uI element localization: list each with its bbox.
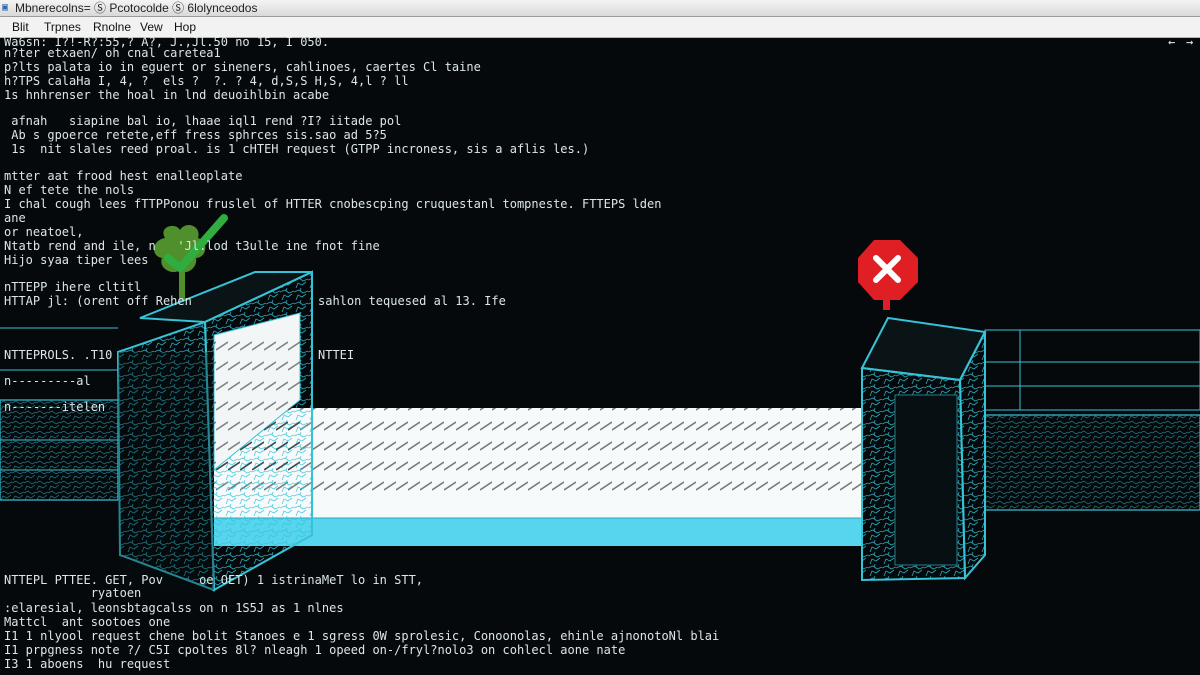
terminal-line: n?ter etxaen/ oh cnal caretea1 (4, 46, 221, 60)
terminal-line: or neatoel, (4, 225, 84, 239)
terminal-line: mtter aat frood hest enalleoplate (4, 169, 243, 183)
terminal-line: n-------itelen (4, 400, 106, 414)
terminal-window: ▣ Mbnerecolns= Ⓢ Pcotocolde Ⓢ 6lolynceod… (0, 0, 1200, 675)
terminal-line: Mattcl ant sootoes one (4, 615, 171, 629)
terminal-line: :elaresial, leonsbtagcalss on n 1S5J as … (4, 601, 344, 615)
terminal-line: sahlon tequesed al 13. Ife (318, 294, 506, 308)
right-gate (860, 316, 987, 582)
terminal-line: HTTAP jl: (orent off Rehen (4, 294, 192, 308)
terminal-line: afnah siapine bal io, lhaae iql1 rend ?I… (4, 114, 402, 128)
terminal-line: NTTEI (318, 348, 355, 362)
terminal-line: h?TPS calaHa I, 4, ? els ? ?. ? 4, d,S,S… (4, 74, 409, 88)
terminal-line: I1 prpgness note ?/ C5I cpoltes 8l? nlea… (4, 643, 626, 657)
terminal-line: Ab s gpoerce retete,eff fress sphrces si… (4, 128, 387, 142)
terminal-line: ane (4, 211, 26, 225)
terminal-line: Ntatb rend and ile, n 'Jl.lod t3ulle ine… (4, 239, 380, 253)
terminal-line: p?lts palata io in eguert or sineners, c… (4, 60, 481, 74)
terminal-line: 1s hnhrenser the hoal in lnd deuoihlbin … (4, 88, 330, 102)
terminal-line: NTTEPL PTTEE. GET, Pov oe OET) 1 istrina… (4, 573, 424, 587)
terminal-line: I1 1 nlyool request chene bolit Stanoes … (4, 629, 720, 643)
terminal-line: I chal cough lees fTTPPonou fruslel of H… (4, 197, 662, 211)
terminal-line: n---------al (4, 374, 91, 388)
terminal-line: Hijo syaa tiper lees (4, 253, 149, 267)
terminal-line: nTTEPP ihere cltitl (4, 280, 142, 294)
terminal-line: NTTEPROLS. .T10 (4, 348, 113, 362)
terminal-line: 1s nit slales reed proal. is 1 cHTEH req… (4, 142, 590, 156)
right-wall (984, 329, 1200, 511)
left-gate (116, 270, 313, 592)
error-x-icon (858, 240, 918, 310)
terminal-line: I3 1 aboens hu request (4, 657, 171, 671)
terminal-line: N ef tete the nols (4, 183, 135, 197)
terminal-line: ryatoen (4, 586, 142, 600)
